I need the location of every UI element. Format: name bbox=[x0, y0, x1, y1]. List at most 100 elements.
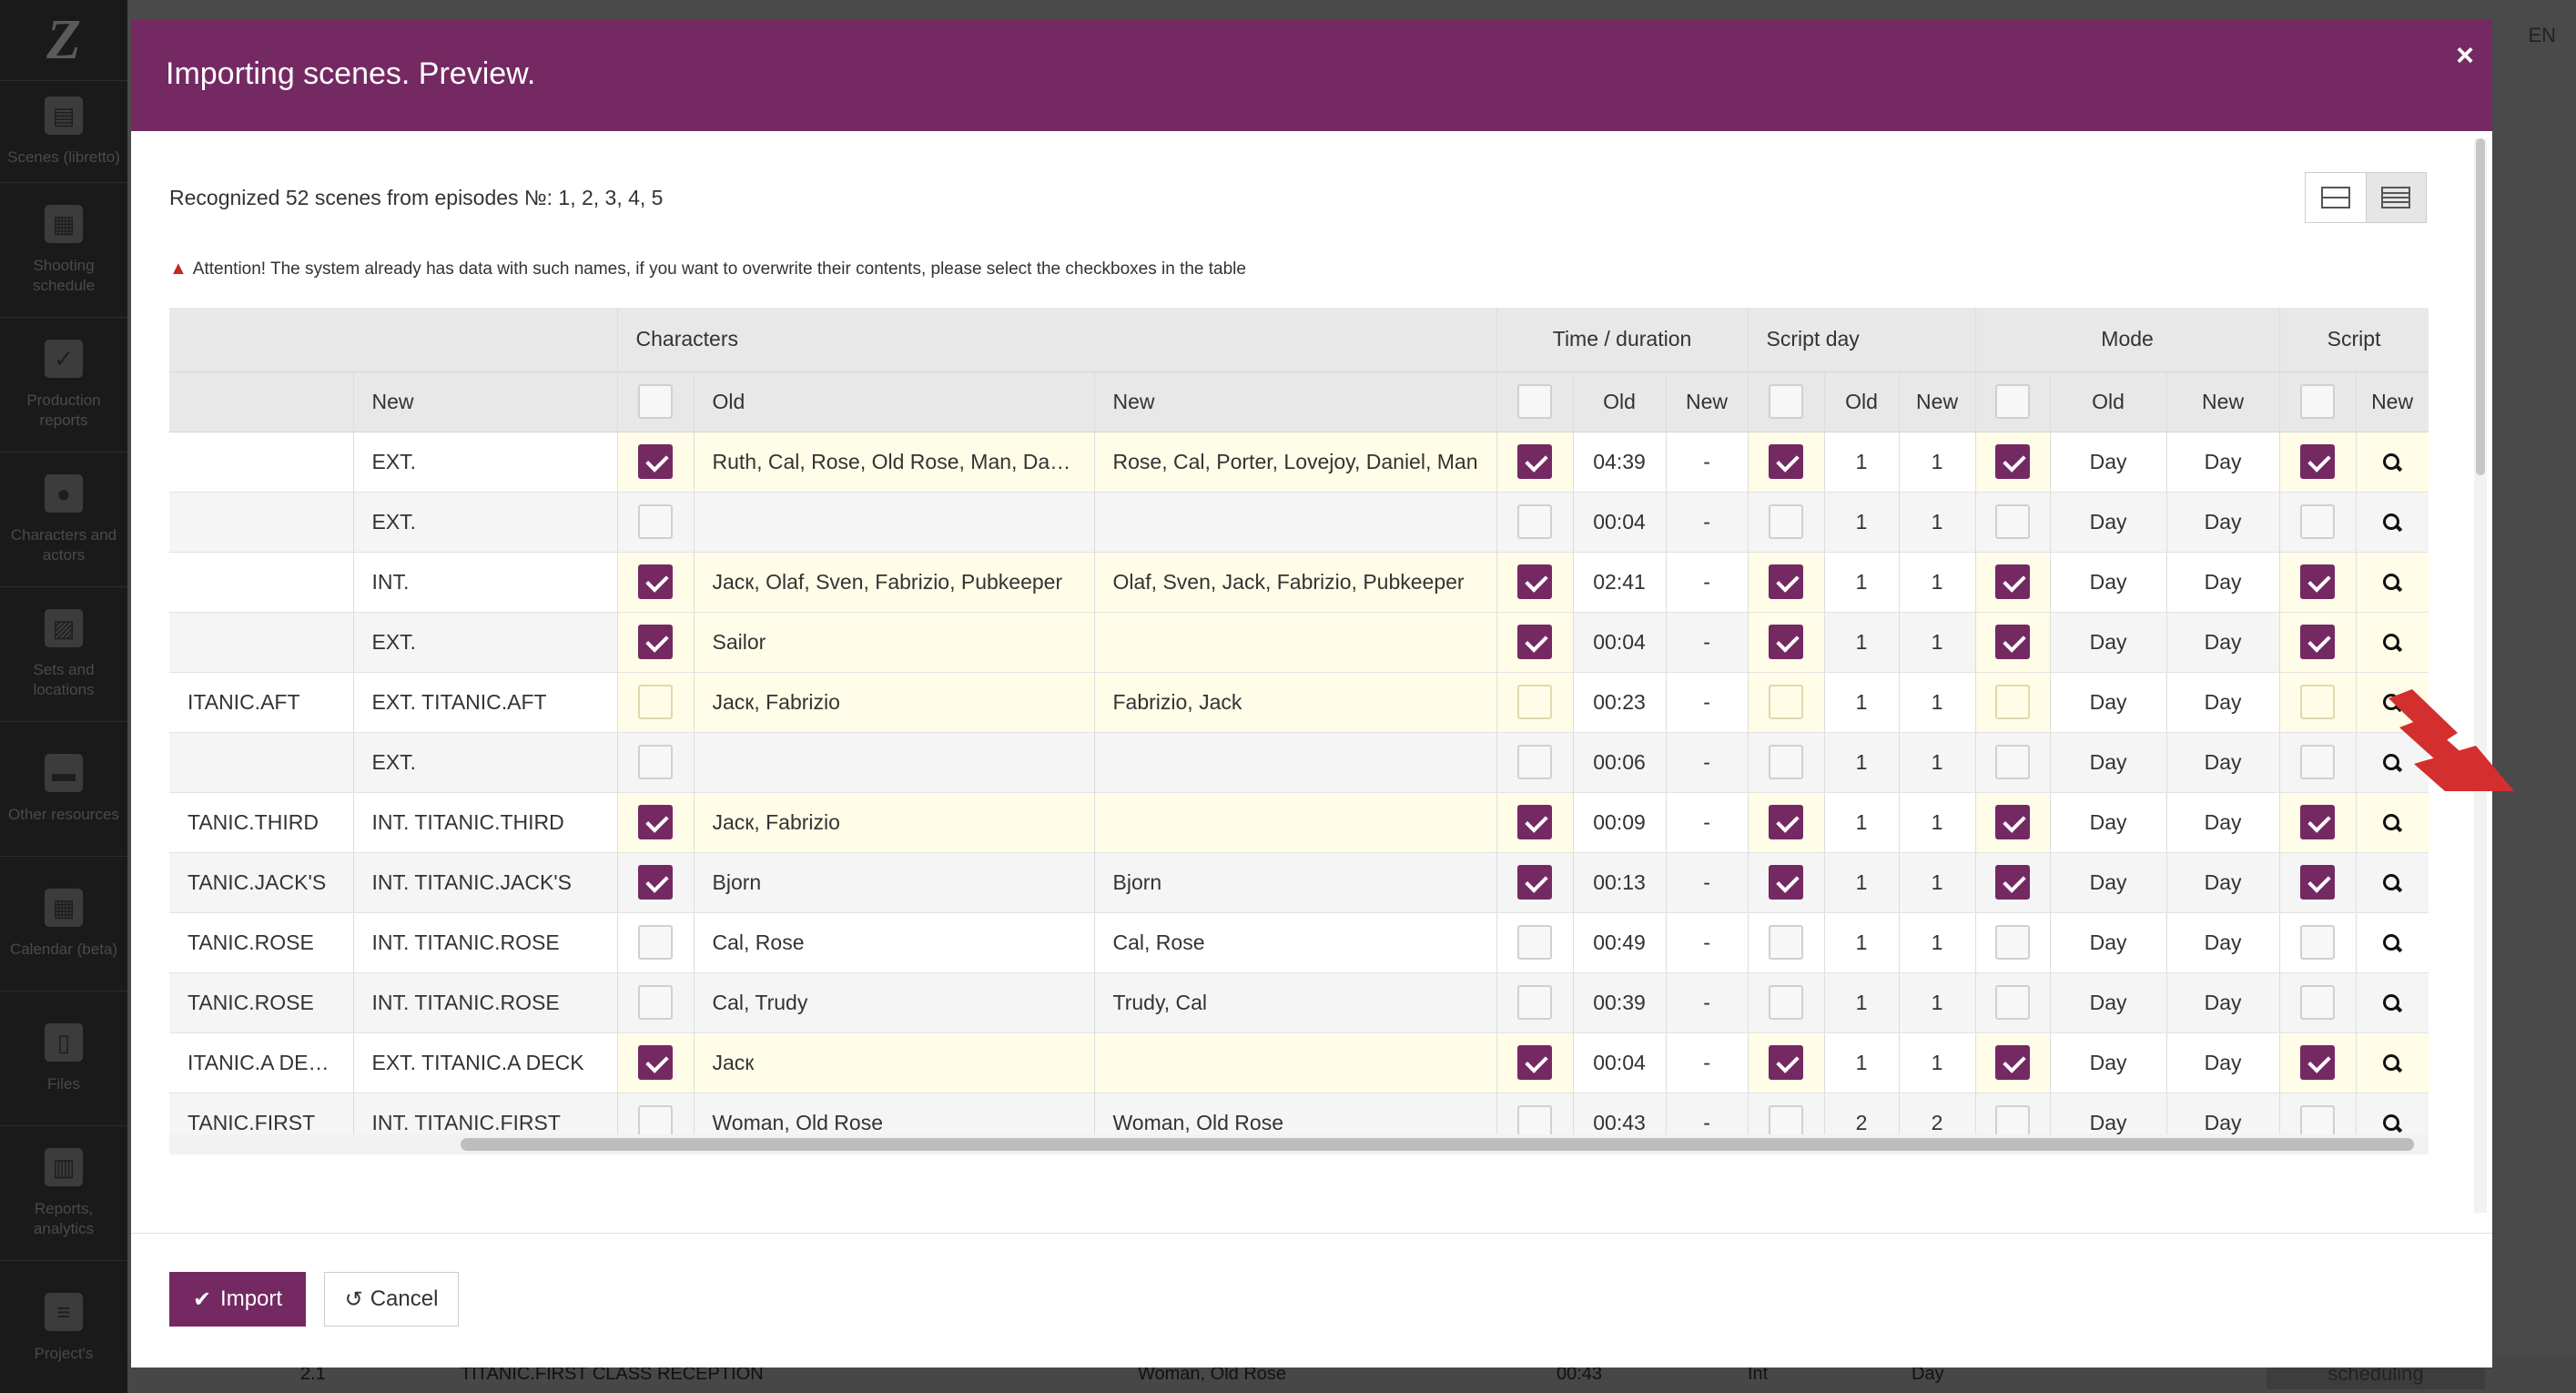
script-preview-button[interactable] bbox=[2356, 1032, 2429, 1093]
overwrite-day-checkbox[interactable] bbox=[1748, 912, 1825, 973]
overwrite-mode-checkbox[interactable] bbox=[1975, 612, 2051, 673]
overwrite-mode-checkbox[interactable] bbox=[1975, 1032, 2051, 1093]
overwrite-day-checkbox[interactable] bbox=[1748, 612, 1825, 673]
search-icon bbox=[2383, 754, 2401, 772]
time-old-cell: 02:41 bbox=[1573, 552, 1667, 613]
overwrite-day-checkbox[interactable] bbox=[1748, 792, 1825, 853]
sidebar-item-files[interactable]: ▯ Files bbox=[0, 991, 127, 1125]
overwrite-mode-checkbox[interactable] bbox=[1975, 792, 2051, 853]
script-preview-button[interactable] bbox=[2356, 552, 2429, 613]
overwrite-mode-checkbox[interactable] bbox=[1975, 912, 2051, 973]
select-all-script-checkbox[interactable] bbox=[2279, 371, 2357, 432]
warning-icon: ▲ bbox=[169, 259, 188, 279]
overwrite-characters-checkbox[interactable] bbox=[617, 792, 695, 853]
overwrite-characters-checkbox[interactable] bbox=[617, 672, 695, 733]
language-switch[interactable]: EN bbox=[2528, 24, 2556, 47]
overwrite-script-checkbox[interactable] bbox=[2279, 492, 2357, 553]
overwrite-time-checkbox[interactable] bbox=[1496, 552, 1574, 613]
import-button[interactable]: ✔ Import bbox=[169, 1272, 306, 1327]
script-preview-button[interactable] bbox=[2356, 912, 2429, 973]
overwrite-day-checkbox[interactable] bbox=[1748, 492, 1825, 553]
app-logo[interactable]: Z bbox=[0, 0, 127, 80]
overwrite-mode-checkbox[interactable] bbox=[1975, 732, 2051, 793]
overwrite-mode-checkbox[interactable] bbox=[1975, 972, 2051, 1033]
bar-chart-icon: ▥ bbox=[45, 1148, 83, 1187]
vertical-scrollbar[interactable] bbox=[2474, 138, 2487, 1213]
script-preview-button[interactable] bbox=[2356, 732, 2429, 793]
cancel-label: Cancel bbox=[370, 1286, 439, 1311]
overwrite-script-checkbox[interactable] bbox=[2279, 432, 2357, 493]
import-preview-modal: Importing scenes. Preview. × Recognized … bbox=[131, 20, 2514, 1368]
overwrite-characters-checkbox[interactable] bbox=[617, 732, 695, 793]
overwrite-time-checkbox[interactable] bbox=[1496, 672, 1574, 733]
sidebar-item-characters[interactable]: ● Characters and actors bbox=[0, 452, 127, 586]
script-preview-button[interactable] bbox=[2356, 972, 2429, 1033]
close-icon[interactable]: × bbox=[2456, 38, 2474, 74]
script-preview-button[interactable] bbox=[2356, 852, 2429, 913]
overwrite-day-checkbox[interactable] bbox=[1748, 552, 1825, 613]
sidebar-item-reports[interactable]: ✓ Production reports bbox=[0, 317, 127, 452]
overwrite-script-checkbox[interactable] bbox=[2279, 792, 2357, 853]
table-view-button[interactable] bbox=[2365, 173, 2426, 222]
overwrite-characters-checkbox[interactable] bbox=[617, 972, 695, 1033]
script-preview-button[interactable] bbox=[2356, 612, 2429, 673]
overwrite-day-checkbox[interactable] bbox=[1748, 972, 1825, 1033]
overwrite-characters-checkbox[interactable] bbox=[617, 492, 695, 553]
sidebar-item-scenes[interactable]: ▤ Scenes (libretto) bbox=[0, 80, 127, 182]
overwrite-script-checkbox[interactable] bbox=[2279, 1032, 2357, 1093]
overwrite-day-checkbox[interactable] bbox=[1748, 732, 1825, 793]
select-all-characters-checkbox[interactable] bbox=[617, 371, 695, 432]
overwrite-time-checkbox[interactable] bbox=[1496, 852, 1574, 913]
select-all-time-checkbox[interactable] bbox=[1496, 371, 1574, 432]
select-all-mode-checkbox[interactable] bbox=[1975, 371, 2051, 432]
overwrite-day-checkbox[interactable] bbox=[1748, 852, 1825, 913]
overwrite-characters-checkbox[interactable] bbox=[617, 1032, 695, 1093]
script-preview-button[interactable] bbox=[2356, 432, 2429, 493]
select-all-day-checkbox[interactable] bbox=[1748, 371, 1825, 432]
sidebar-item-resources[interactable]: ▬ Other resources bbox=[0, 721, 127, 856]
sidebar-item-project[interactable]: ≡ Project's bbox=[0, 1260, 127, 1393]
overwrite-mode-checkbox[interactable] bbox=[1975, 852, 2051, 913]
overwrite-day-checkbox[interactable] bbox=[1748, 1032, 1825, 1093]
overwrite-time-checkbox[interactable] bbox=[1496, 1032, 1574, 1093]
sidebar-item-schedule[interactable]: ▦ Shooting schedule bbox=[0, 182, 127, 317]
vertical-scroll-thumb[interactable] bbox=[2476, 138, 2485, 475]
overwrite-time-checkbox[interactable] bbox=[1496, 792, 1574, 853]
overwrite-script-checkbox[interactable] bbox=[2279, 672, 2357, 733]
overwrite-mode-checkbox[interactable] bbox=[1975, 432, 2051, 493]
overwrite-characters-checkbox[interactable] bbox=[617, 852, 695, 913]
overwrite-characters-checkbox[interactable] bbox=[617, 432, 695, 493]
overwrite-mode-checkbox[interactable] bbox=[1975, 672, 2051, 733]
overwrite-time-checkbox[interactable] bbox=[1496, 492, 1574, 553]
overwrite-time-checkbox[interactable] bbox=[1496, 972, 1574, 1033]
sidebar-item-analytics[interactable]: ▥ Reports, analytics bbox=[0, 1125, 127, 1260]
horizontal-scrollbar[interactable] bbox=[169, 1134, 2429, 1154]
overwrite-day-checkbox[interactable] bbox=[1748, 432, 1825, 493]
overwrite-time-checkbox[interactable] bbox=[1496, 912, 1574, 973]
overwrite-time-checkbox[interactable] bbox=[1496, 612, 1574, 673]
sidebar-item-calendar[interactable]: ▦ Calendar (beta) bbox=[0, 856, 127, 991]
table-row: ITANIC.A DECK EXT. TITANIC.A DECK Jacк 00:0… bbox=[169, 1032, 2429, 1093]
overwrite-day-checkbox[interactable] bbox=[1748, 672, 1825, 733]
overwrite-characters-checkbox[interactable] bbox=[617, 612, 695, 673]
overwrite-script-checkbox[interactable] bbox=[2279, 732, 2357, 793]
overwrite-time-checkbox[interactable] bbox=[1496, 732, 1574, 793]
time-new-cell: - bbox=[1666, 972, 1749, 1033]
split-view-button[interactable] bbox=[2306, 173, 2366, 222]
overwrite-script-checkbox[interactable] bbox=[2279, 852, 2357, 913]
script-preview-button[interactable] bbox=[2356, 792, 2429, 853]
script-preview-button[interactable] bbox=[2356, 492, 2429, 553]
overwrite-script-checkbox[interactable] bbox=[2279, 612, 2357, 673]
overwrite-script-checkbox[interactable] bbox=[2279, 972, 2357, 1033]
overwrite-characters-checkbox[interactable] bbox=[617, 552, 695, 613]
overwrite-mode-checkbox[interactable] bbox=[1975, 552, 2051, 613]
overwrite-script-checkbox[interactable] bbox=[2279, 912, 2357, 973]
overwrite-time-checkbox[interactable] bbox=[1496, 432, 1574, 493]
script-preview-button[interactable] bbox=[2356, 672, 2429, 733]
overwrite-characters-checkbox[interactable] bbox=[617, 912, 695, 973]
overwrite-mode-checkbox[interactable] bbox=[1975, 492, 2051, 553]
sidebar-item-sets[interactable]: ▨ Sets and locations bbox=[0, 586, 127, 721]
overwrite-script-checkbox[interactable] bbox=[2279, 552, 2357, 613]
cancel-button[interactable]: ↺ Cancel bbox=[324, 1272, 459, 1327]
horizontal-scroll-thumb[interactable] bbox=[461, 1138, 2414, 1151]
